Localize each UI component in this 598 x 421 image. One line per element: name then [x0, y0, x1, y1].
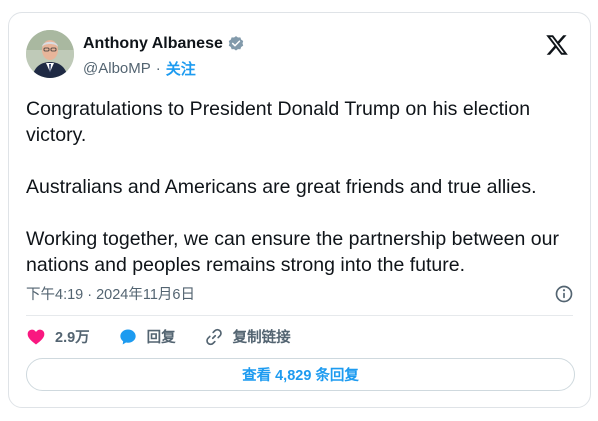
like-button[interactable]: 2.9万: [26, 326, 90, 347]
copy-link-label: 复制链接: [232, 330, 291, 346]
tweet-timestamp[interactable]: 下午4:19 · 2024年11月6日: [26, 283, 195, 304]
info-icon[interactable]: [554, 284, 574, 304]
tweet-paragraph: Working together, we can ensure the part…: [26, 228, 559, 276]
copy-link-button[interactable]: 复制链接: [204, 326, 291, 347]
view-replies-label: 查看 4,829 条回复: [242, 368, 359, 384]
handle-separator: ·: [155, 60, 161, 77]
reply-bubble-icon: [120, 329, 136, 344]
avatar[interactable]: [26, 30, 74, 78]
tweet-paragraph: Australians and Americans are great frie…: [26, 176, 537, 198]
reply-label: 回复: [146, 330, 176, 346]
divider: [26, 315, 573, 316]
action-bar: 2.9万 回复 复制链接: [26, 326, 319, 347]
author-name[interactable]: Anthony Albanese: [83, 35, 223, 53]
avatar-photo: [26, 30, 74, 78]
link-icon: [205, 328, 222, 345]
author-handle[interactable]: @AlboMP: [83, 60, 151, 77]
tweet-paragraph: Congratulations to President Donald Trum…: [26, 98, 531, 146]
tweet-card: Anthony Albanese @AlboMP · 关注 Congratula…: [8, 12, 591, 408]
view-replies-button[interactable]: 查看 4,829 条回复: [26, 358, 575, 391]
x-logo-icon[interactable]: [545, 33, 569, 57]
tweet-text: Congratulations to President Donald Trum…: [26, 96, 578, 278]
heart-icon: [27, 329, 45, 344]
reply-button[interactable]: 回复: [118, 326, 176, 347]
follow-button[interactable]: 关注: [166, 58, 196, 79]
verified-badge-icon: [228, 36, 244, 51]
like-count: 2.9万: [55, 330, 90, 346]
